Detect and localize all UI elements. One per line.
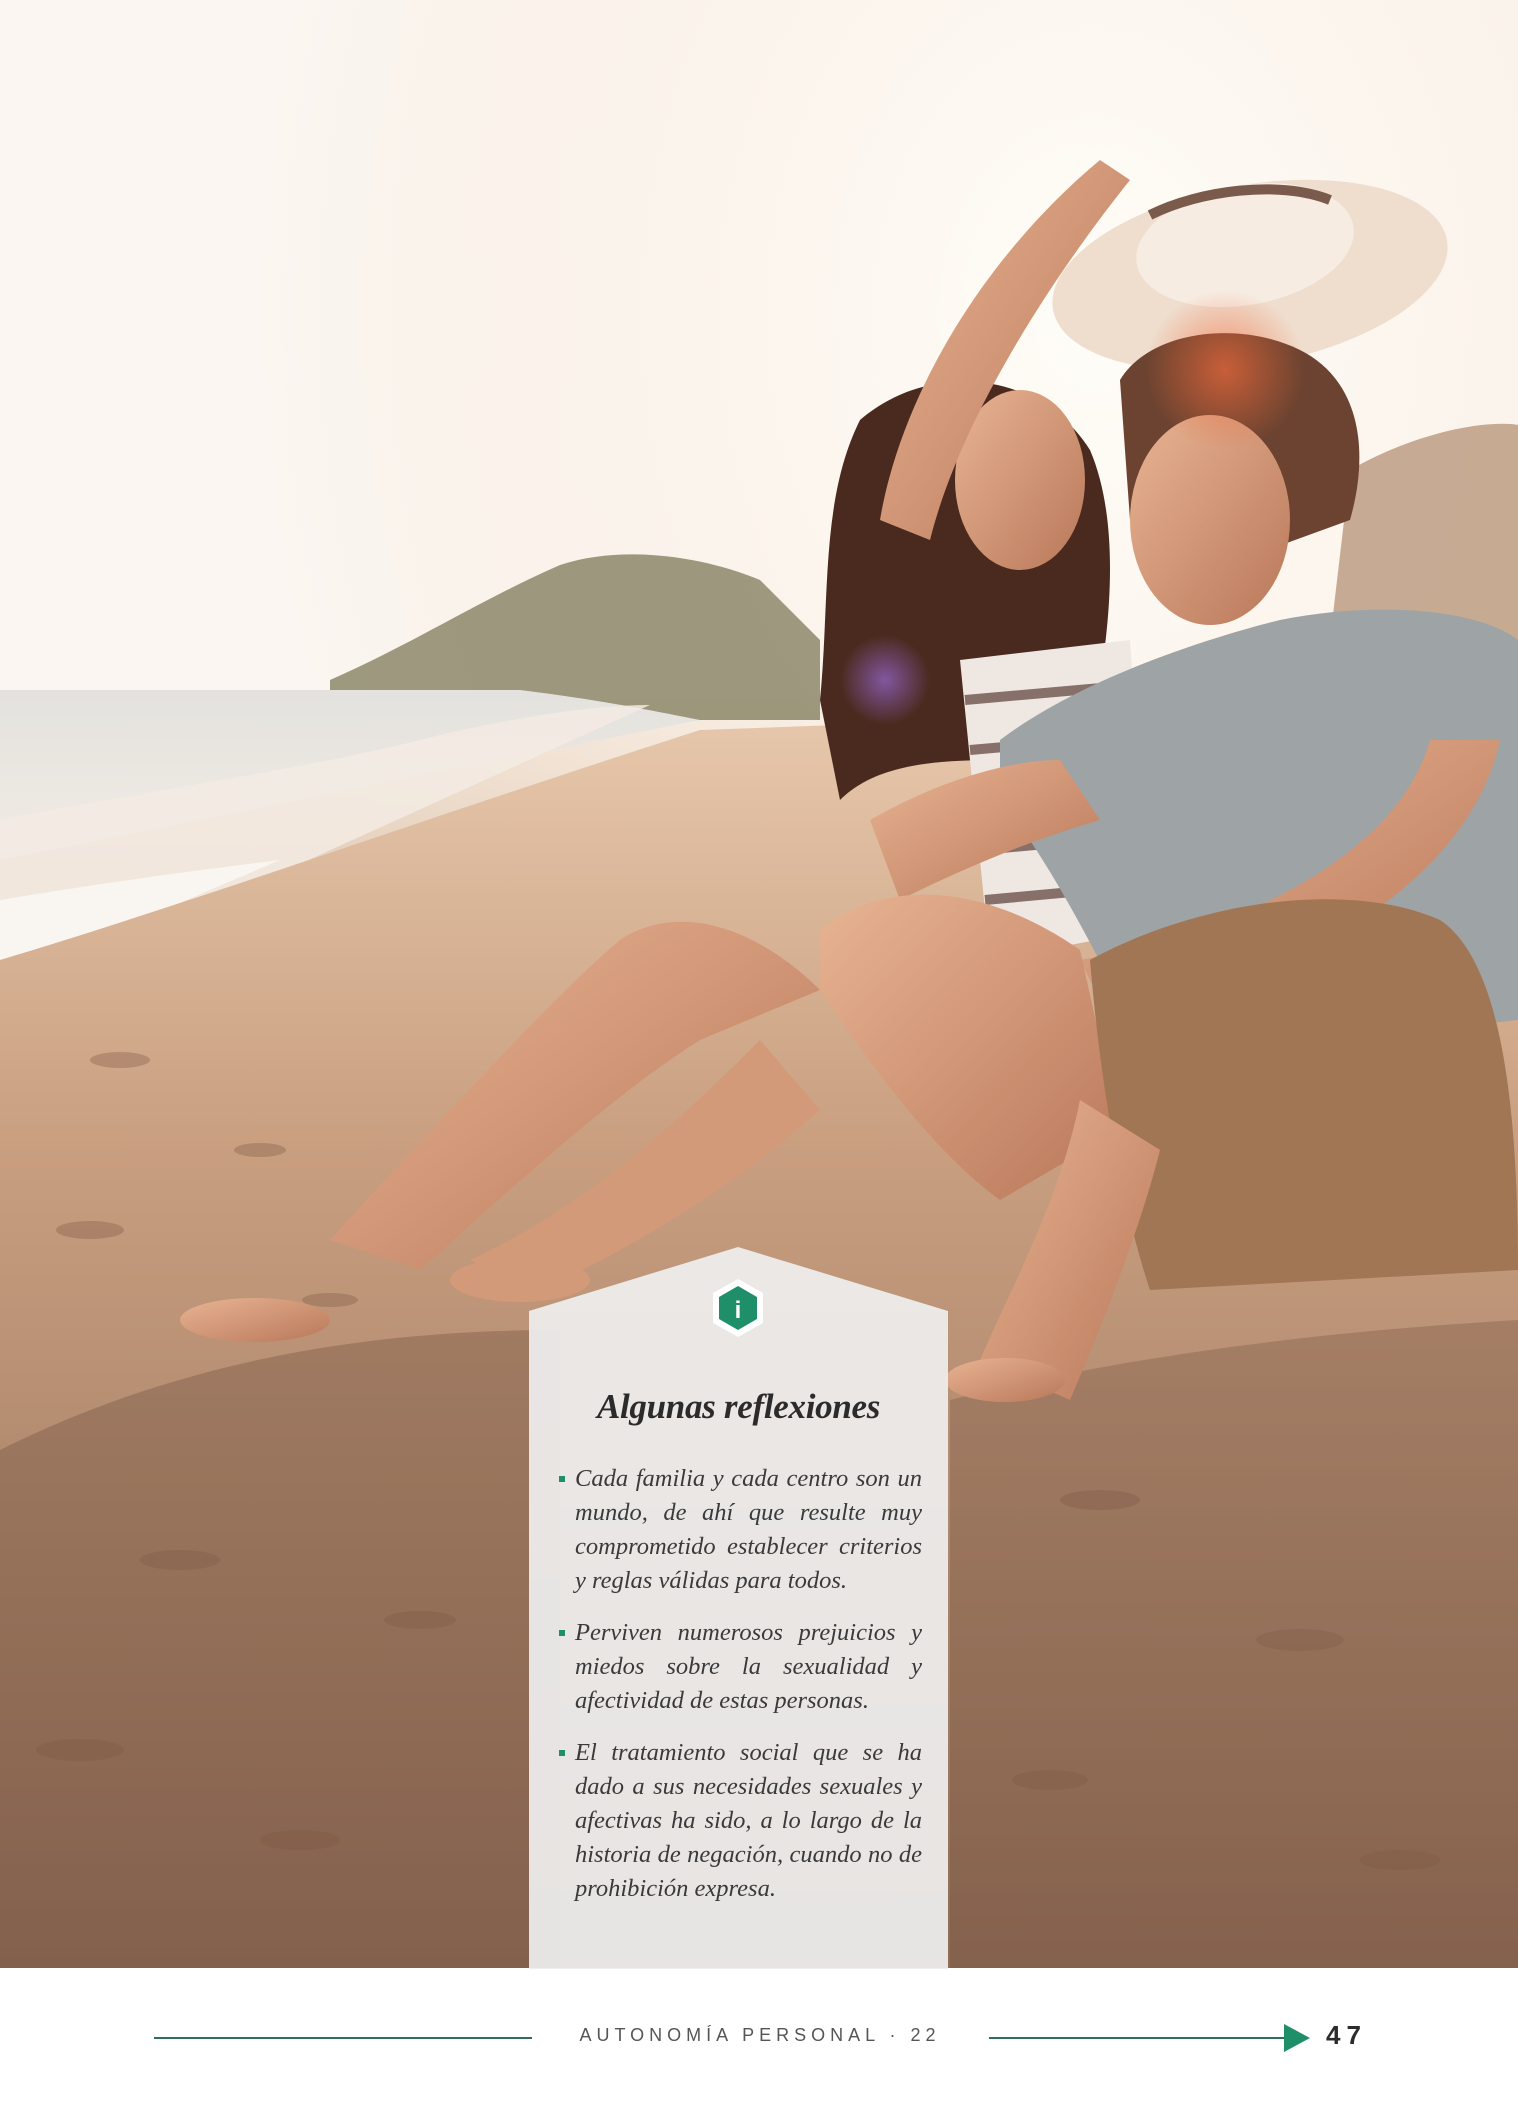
reflections-box: i Algunas reflexiones Cada familia y cad… [529,1247,948,1969]
info-icon: i [713,1279,763,1337]
page-number: 47 [1326,2020,1367,2050]
footer-rule-left [154,2037,532,2039]
bullet-icon [559,1476,565,1482]
footer-rule-right [989,2037,1286,2039]
infobox-title: Algunas reflexiones [596,1387,881,1426]
bullet-icon [559,1630,565,1636]
bullet-icon [559,1750,565,1756]
list-item-text: Perviven numerosos prejuicios y miedos s… [575,1619,922,1714]
arrow-right-icon [1284,2024,1310,2052]
info-icon-glyph: i [735,1297,742,1324]
list-item: Cada familia y cada centro son un mundo,… [559,1462,922,1598]
reflections-list: Cada familia y cada centro son un mundo,… [559,1462,922,1924]
list-item: El tratamiento social que se ha dado a s… [559,1736,922,1906]
list-item: Perviven numerosos prejuicios y miedos s… [559,1616,922,1718]
list-item-text: Cada familia y cada centro son un mundo,… [575,1465,922,1594]
publication-name: AUTONOMÍA PERSONAL · 22 [579,2025,941,2045]
list-item-text: El tratamiento social que se ha dado a s… [575,1739,922,1902]
